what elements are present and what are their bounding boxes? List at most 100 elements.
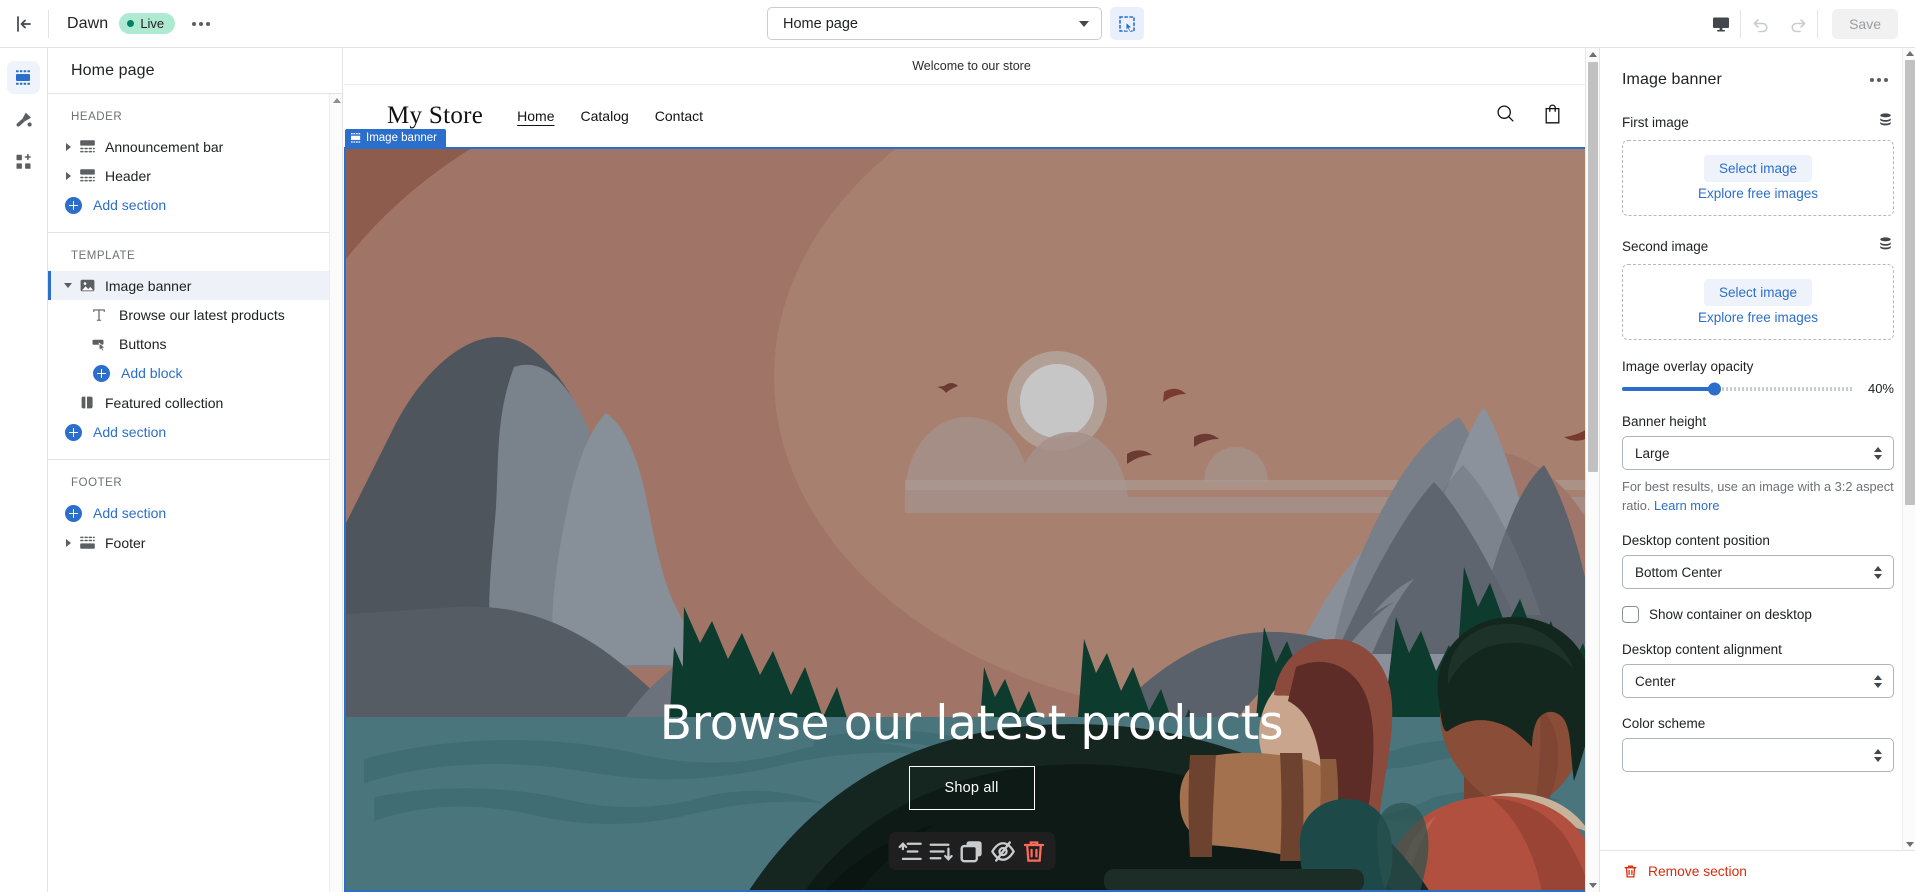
select-arrows-icon xyxy=(1874,748,1882,762)
chevron-down-icon xyxy=(1079,20,1089,27)
inspector-select-tool-button[interactable] xyxy=(1110,7,1144,40)
sidebar-item-footer[interactable]: Footer xyxy=(48,528,342,557)
sidebar-block-label: Buttons xyxy=(119,335,167,352)
learn-more-link[interactable]: Learn more xyxy=(1654,498,1719,513)
cart-button[interactable] xyxy=(1542,103,1563,130)
collapse-arrow-icon[interactable] xyxy=(60,283,76,288)
add-section-label: Add section xyxy=(93,424,167,440)
second-image-picker[interactable]: Select image Explore free images xyxy=(1622,264,1894,340)
sidebar-scrollbar[interactable] xyxy=(329,94,342,892)
rail-item-app-embeds[interactable] xyxy=(7,145,40,178)
theme-info-group: Dawn Live xyxy=(49,9,216,39)
exit-editor-button[interactable] xyxy=(0,0,48,48)
preview-scrollbar-thumb[interactable] xyxy=(1588,62,1598,472)
add-section-footer-button[interactable]: Add section xyxy=(48,498,342,528)
duplicate-section-button[interactable] xyxy=(957,837,986,866)
marquee-select-icon xyxy=(1119,15,1135,32)
theme-more-actions-button[interactable] xyxy=(186,9,216,39)
store-logo[interactable]: My Store xyxy=(387,102,483,130)
preview-scrollbar[interactable] xyxy=(1585,48,1599,892)
expand-arrow-icon[interactable] xyxy=(60,538,76,547)
scroll-down-arrow-icon[interactable] xyxy=(1589,883,1597,888)
redo-button[interactable] xyxy=(1779,7,1817,41)
sidebar-item-image-banner[interactable]: Image banner xyxy=(48,271,342,300)
settings-more-actions-button[interactable] xyxy=(1864,65,1894,95)
nav-link-home[interactable]: Home xyxy=(517,108,554,124)
sidebar-block-text[interactable]: Browse our latest products xyxy=(48,300,342,329)
first-image-picker[interactable]: Select image Explore free images xyxy=(1622,140,1894,216)
rail-item-theme-settings[interactable] xyxy=(7,103,40,136)
banner-heading[interactable]: Browse our latest products xyxy=(660,698,1284,750)
ellipsis-icon xyxy=(206,21,211,26)
overlay-opacity-slider[interactable] xyxy=(1622,382,1853,395)
scroll-down-arrow-icon[interactable] xyxy=(1905,842,1914,847)
delete-section-button[interactable] xyxy=(1019,837,1048,866)
undo-button[interactable] xyxy=(1741,7,1779,41)
content-alignment-select[interactable]: Center xyxy=(1622,664,1894,699)
nav-link-catalog[interactable]: Catalog xyxy=(581,108,629,124)
sidebar-group-footer: FOOTER Add section Footer xyxy=(48,460,342,569)
app-embeds-icon xyxy=(16,153,31,169)
page-selector-group: Home page xyxy=(767,7,1144,40)
remove-section-button[interactable]: Remove section xyxy=(1600,850,1915,892)
first-image-select-button[interactable]: Select image xyxy=(1703,155,1813,182)
expand-arrow-icon[interactable] xyxy=(60,171,76,180)
color-scheme-select[interactable] xyxy=(1622,738,1894,773)
show-container-checkbox-row[interactable]: Show container on desktop xyxy=(1622,606,1894,624)
theme-settings-icon xyxy=(15,112,32,127)
storefront-header: My Store Home Catalog Contact xyxy=(344,85,1599,147)
settings-scrollbar-thumb[interactable] xyxy=(1905,60,1915,505)
save-button[interactable]: Save xyxy=(1832,9,1898,39)
second-image-dynamic-source-button[interactable] xyxy=(1877,235,1894,257)
scroll-up-arrow-icon[interactable] xyxy=(1905,51,1914,56)
slider-thumb[interactable] xyxy=(1707,382,1721,395)
move-section-down-button[interactable] xyxy=(926,837,955,866)
move-up-icon xyxy=(898,841,922,860)
move-down-icon xyxy=(929,843,953,861)
sidebar-title: Home page xyxy=(48,48,342,94)
banner-height-value: Large xyxy=(1635,445,1670,461)
second-image-select-button[interactable]: Select image xyxy=(1703,279,1813,306)
expand-arrow-icon[interactable] xyxy=(60,142,76,151)
image-banner[interactable]: Browse our latest products Shop all xyxy=(344,147,1599,892)
scroll-up-arrow-icon[interactable] xyxy=(1589,52,1597,57)
sidebar-item-header[interactable]: Header xyxy=(48,161,342,190)
content-position-value: Bottom Center xyxy=(1635,564,1723,580)
shop-all-button[interactable]: Shop all xyxy=(908,766,1035,810)
second-image-explore-free-link[interactable]: Explore free images xyxy=(1698,310,1818,325)
section-action-toolbar xyxy=(888,832,1055,870)
show-container-checkbox[interactable] xyxy=(1622,606,1639,624)
undo-icon xyxy=(1753,18,1768,32)
content-position-select[interactable]: Bottom Center xyxy=(1622,555,1894,590)
rail-item-sections[interactable] xyxy=(7,61,40,94)
image-banner-section-wrap: Image banner Browse our latest products … xyxy=(344,129,1599,892)
sidebar-item-label: Announcement bar xyxy=(105,138,224,155)
text-block-icon xyxy=(88,307,110,323)
sidebar-item-announcement-bar[interactable]: Announcement bar xyxy=(48,132,342,161)
banner-height-select[interactable]: Large xyxy=(1622,436,1894,470)
content-alignment-label: Desktop content alignment xyxy=(1622,642,1782,658)
image-banner-icon xyxy=(76,277,98,294)
add-section-template-button[interactable]: Add section xyxy=(48,417,342,447)
sidebar-group-heading: HEADER xyxy=(71,111,123,123)
page-selector[interactable]: Home page xyxy=(767,7,1102,40)
add-section-header-button[interactable]: Add section xyxy=(48,190,342,220)
search-button[interactable] xyxy=(1495,103,1516,129)
sidebar-item-label: Image banner xyxy=(105,277,192,294)
sidebar-item-featured-collection[interactable]: Featured collection xyxy=(48,388,342,417)
plus-circle-icon xyxy=(65,504,82,522)
duplicate-icon xyxy=(959,840,982,862)
move-section-up-button[interactable] xyxy=(895,837,924,866)
sidebar-block-buttons[interactable]: Buttons xyxy=(48,329,342,358)
settings-scrollbar[interactable] xyxy=(1902,48,1915,850)
add-section-label: Add section xyxy=(93,505,167,521)
hide-section-button[interactable] xyxy=(988,837,1017,866)
first-image-dynamic-source-button[interactable] xyxy=(1877,111,1894,133)
ellipsis-icon xyxy=(1884,78,1888,82)
ellipsis-icon xyxy=(1877,78,1881,82)
scroll-up-arrow-icon[interactable] xyxy=(333,98,341,103)
nav-link-contact[interactable]: Contact xyxy=(655,108,703,124)
add-block-button[interactable]: Add block xyxy=(48,358,342,388)
first-image-explore-free-link[interactable]: Explore free images xyxy=(1698,186,1818,201)
device-preview-button[interactable] xyxy=(1702,7,1740,41)
